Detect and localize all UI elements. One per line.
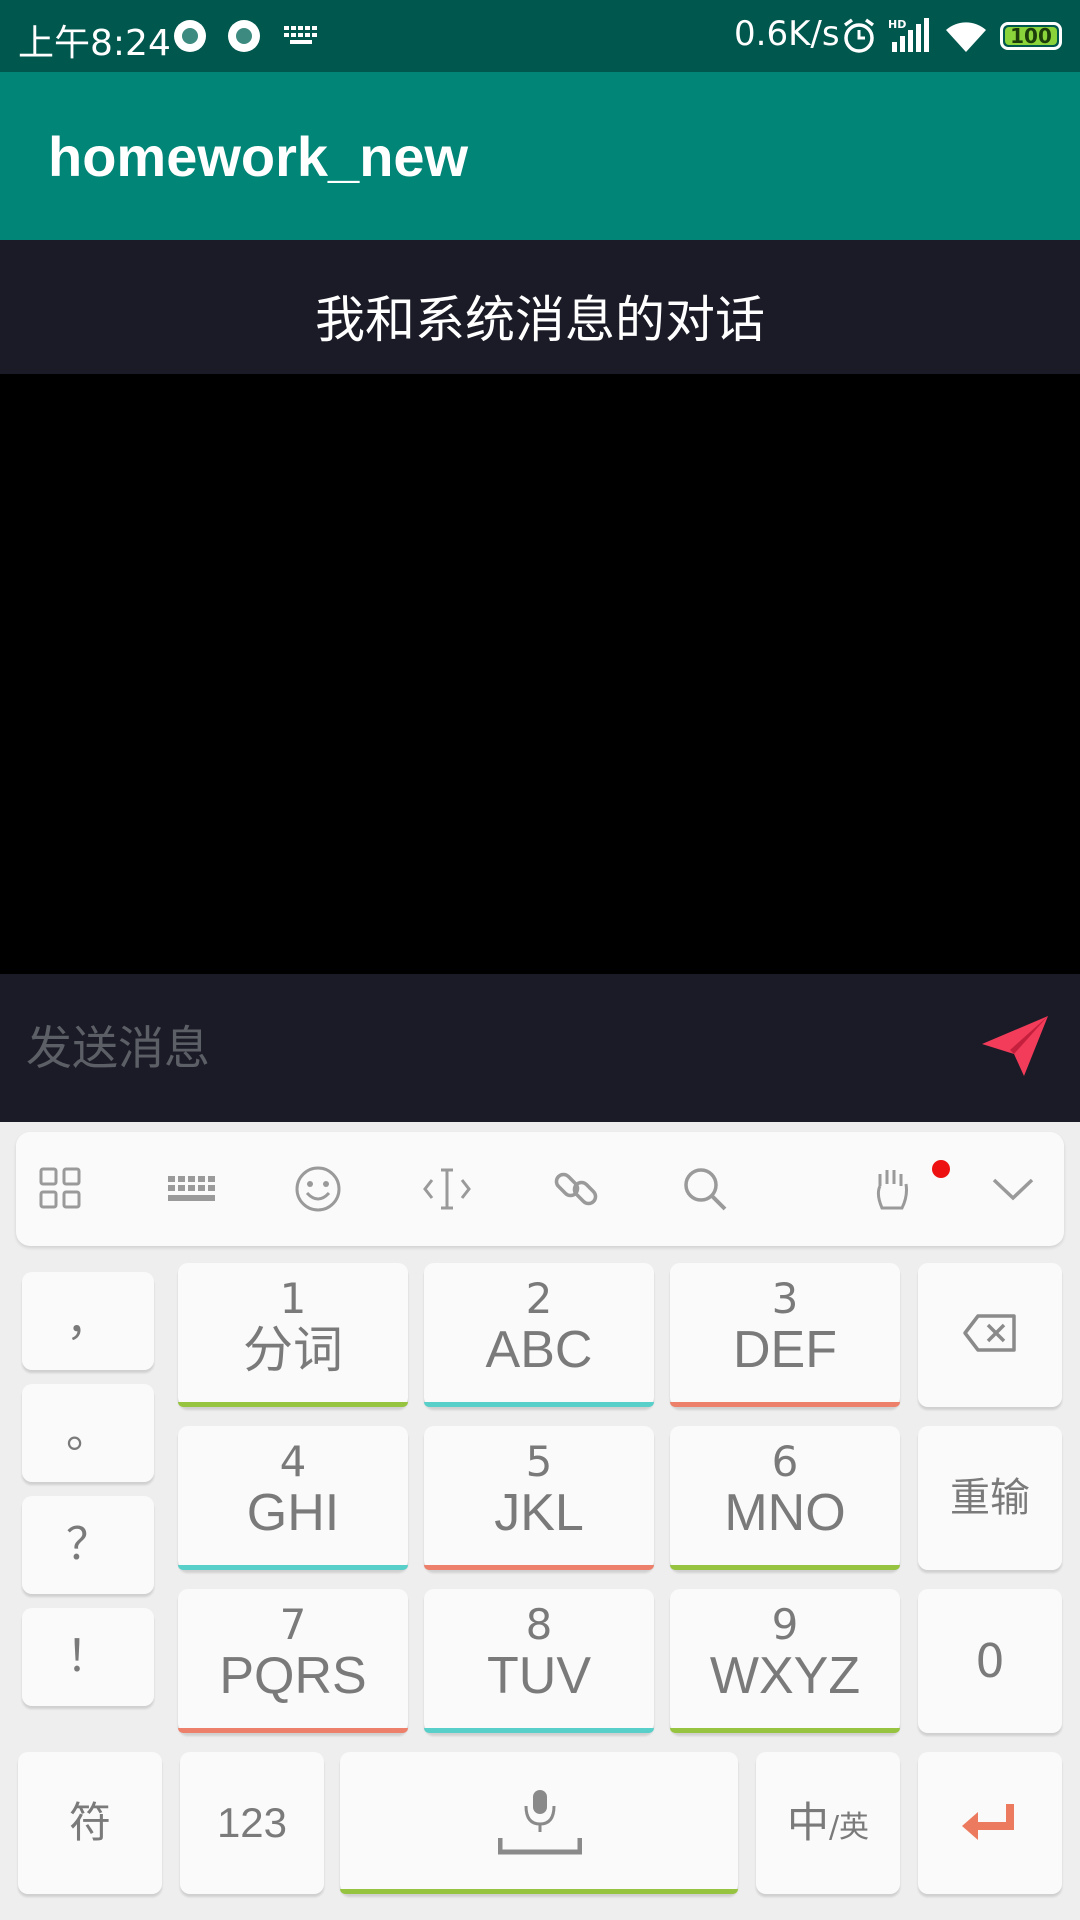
microphone-icon bbox=[498, 1790, 582, 1855]
key-letters: DEF bbox=[733, 1321, 837, 1379]
key-accent bbox=[340, 1889, 738, 1894]
notification-dot bbox=[932, 1160, 950, 1178]
backspace-icon bbox=[963, 1314, 1016, 1352]
key-9[interactable]: 9 WXYZ bbox=[670, 1589, 900, 1733]
key-letters: GHI bbox=[246, 1484, 340, 1542]
key-number: 9 bbox=[771, 1600, 799, 1649]
key-number: 5 bbox=[525, 1437, 553, 1486]
collapse-icon[interactable] bbox=[988, 1164, 1038, 1214]
lang-sub: /英 bbox=[828, 1810, 870, 1845]
apps-grid-icon[interactable] bbox=[36, 1164, 86, 1214]
chat-title: 我和系统消息的对话 bbox=[315, 291, 765, 349]
key-accent bbox=[178, 1402, 408, 1407]
key-exclamation[interactable]: ！ bbox=[22, 1608, 154, 1706]
network-speed: 0.6K/s bbox=[734, 14, 840, 54]
key-6[interactable]: 6 MNO bbox=[670, 1426, 900, 1570]
battery-level: 100 bbox=[1005, 26, 1057, 46]
key-accent bbox=[670, 1565, 900, 1570]
key-number: 1 bbox=[279, 1274, 307, 1323]
message-list[interactable] bbox=[0, 374, 1080, 974]
key-accent bbox=[670, 1728, 900, 1733]
status-time: 上午8:24 bbox=[18, 23, 171, 64]
key-0[interactable]: 0 bbox=[918, 1589, 1062, 1733]
key-number: 7 bbox=[279, 1600, 307, 1649]
key-letters: JKL bbox=[494, 1484, 584, 1542]
key-number: 2 bbox=[525, 1274, 553, 1323]
battery-icon: 100 bbox=[1000, 22, 1062, 50]
key-number: 3 bbox=[771, 1274, 799, 1323]
key-accent bbox=[670, 1402, 900, 1407]
notification-icon bbox=[228, 20, 260, 52]
enter-icon bbox=[962, 1804, 1014, 1840]
key-letters: MNO bbox=[724, 1484, 846, 1542]
key-letters: WXYZ bbox=[709, 1647, 861, 1705]
key-accent bbox=[424, 1565, 654, 1570]
emoji-icon[interactable] bbox=[293, 1164, 343, 1214]
key-4[interactable]: 4 GHI bbox=[178, 1426, 408, 1570]
app-bar: homework_new bbox=[0, 72, 1080, 240]
key-comma[interactable]: ， bbox=[22, 1272, 154, 1370]
key-letters: 分词 bbox=[243, 1321, 343, 1379]
key-letters: PQRS bbox=[219, 1647, 367, 1705]
lang-main: 中 bbox=[786, 1798, 829, 1847]
keyboard-icon[interactable] bbox=[164, 1164, 220, 1214]
chat-header: 我和系统消息的对话 bbox=[0, 240, 1080, 374]
signal-icon: HD bbox=[888, 18, 929, 52]
enter-button[interactable] bbox=[918, 1752, 1062, 1894]
key-accent bbox=[178, 1728, 408, 1733]
key-7[interactable]: 7 PQRS bbox=[178, 1589, 408, 1733]
key-accent bbox=[424, 1728, 654, 1733]
hand-icon[interactable] bbox=[868, 1164, 918, 1214]
language-toggle-button[interactable]: 中/英 bbox=[756, 1752, 900, 1894]
key-number: 6 bbox=[771, 1437, 799, 1486]
wifi-icon bbox=[946, 22, 986, 52]
key-number: 8 bbox=[525, 1600, 553, 1649]
key-question[interactable]: ？ bbox=[22, 1496, 154, 1594]
app-title: homework_new bbox=[48, 125, 469, 188]
reinput-button[interactable]: 重输 bbox=[918, 1426, 1062, 1570]
key-letters: ABC bbox=[485, 1321, 593, 1379]
key-3[interactable]: 3 DEF bbox=[670, 1263, 900, 1407]
key-2[interactable]: 2 ABC bbox=[424, 1263, 654, 1407]
space-voice-button[interactable] bbox=[340, 1752, 738, 1894]
keyboard-toolbar bbox=[16, 1132, 1064, 1246]
key-number: 4 bbox=[279, 1437, 307, 1486]
key-8[interactable]: 8 TUV bbox=[424, 1589, 654, 1733]
key-period[interactable]: 。 bbox=[22, 1384, 154, 1482]
message-input-bar bbox=[0, 974, 1080, 1122]
send-icon[interactable] bbox=[980, 1010, 1050, 1080]
notification-icon bbox=[174, 20, 206, 52]
key-accent bbox=[178, 1565, 408, 1570]
key-accent bbox=[424, 1402, 654, 1407]
delete-button[interactable] bbox=[918, 1263, 1062, 1407]
soft-keyboard: ， 。 ？ ！ 1 分词 2 ABC 3 DEF 4 GHI 5 JKL 6 M… bbox=[0, 1122, 1080, 1920]
symbols-button[interactable]: 符 bbox=[18, 1752, 162, 1894]
key-1[interactable]: 1 分词 bbox=[178, 1263, 408, 1407]
message-input[interactable] bbox=[26, 1008, 946, 1088]
link-icon[interactable] bbox=[551, 1164, 601, 1214]
numbers-button[interactable]: 123 bbox=[180, 1752, 324, 1894]
alarm-icon bbox=[843, 18, 875, 53]
signal-hd-label: HD bbox=[888, 18, 906, 31]
key-letters: TUV bbox=[487, 1647, 591, 1705]
status-bar: 上午8:24 0.6K/s HD 100 bbox=[0, 0, 1080, 72]
search-icon[interactable] bbox=[680, 1164, 730, 1214]
key-5[interactable]: 5 JKL bbox=[424, 1426, 654, 1570]
cursor-icon[interactable] bbox=[422, 1164, 472, 1214]
keyboard-status-icon bbox=[284, 26, 317, 44]
